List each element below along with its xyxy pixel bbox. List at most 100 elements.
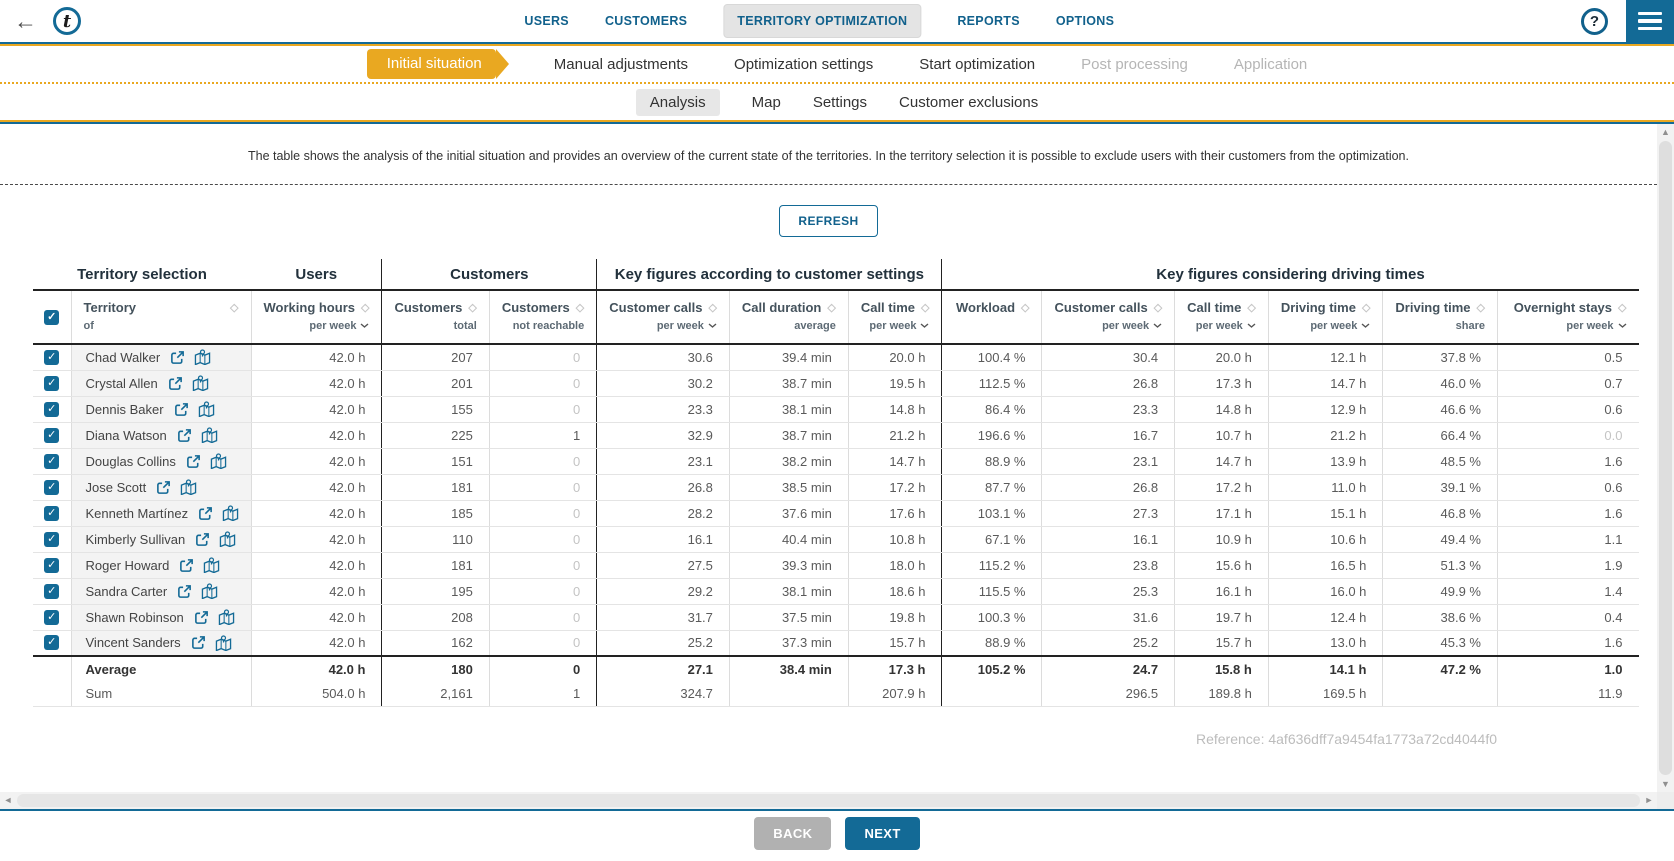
map-icon[interactable]: [194, 349, 211, 365]
sort-icon[interactable]: ◇: [361, 301, 369, 314]
nav-customers[interactable]: CUSTOMERS: [605, 14, 687, 28]
value-cell: 49.4 %: [1383, 526, 1498, 552]
unit-dropdown-icon[interactable]: [1247, 323, 1256, 329]
open-territory-icon[interactable]: [191, 635, 206, 650]
sort-icon[interactable]: ◇: [1154, 301, 1162, 314]
sort-icon[interactable]: ◇: [708, 301, 716, 314]
map-icon[interactable]: [215, 635, 232, 651]
col-header-customer-calls-per-week[interactable]: Customer calls◇per week: [1042, 290, 1175, 344]
row-checkbox[interactable]: ✓: [44, 454, 59, 469]
open-territory-icon[interactable]: [156, 480, 171, 495]
open-territory-icon[interactable]: [177, 584, 192, 599]
col-header-overnight-stays-per-week[interactable]: Overnight stays◇per week: [1498, 290, 1639, 344]
map-icon[interactable]: [219, 531, 236, 547]
unit-dropdown-icon[interactable]: [1153, 323, 1162, 329]
unit-dropdown-icon[interactable]: [1361, 323, 1370, 329]
unit-dropdown-icon[interactable]: [708, 323, 717, 329]
row-checkbox[interactable]: ✓: [44, 558, 59, 573]
row-checkbox[interactable]: ✓: [44, 584, 59, 599]
hamburger-menu-icon[interactable]: [1626, 0, 1674, 42]
col-header-customers-total[interactable]: Customers◇total: [382, 290, 489, 344]
scroll-right-arrow-icon[interactable]: ►: [1641, 792, 1657, 809]
app-logo[interactable]: t: [53, 7, 81, 35]
col-header-customer-calls-per-week[interactable]: Customer calls◇per week: [597, 290, 730, 344]
nav-options[interactable]: OPTIONS: [1056, 14, 1114, 28]
map-icon[interactable]: [218, 609, 235, 625]
open-territory-icon[interactable]: [195, 532, 210, 547]
map-icon[interactable]: [198, 401, 215, 417]
row-checkbox[interactable]: ✓: [44, 350, 59, 365]
tab-settings[interactable]: Settings: [813, 94, 867, 111]
sort-icon[interactable]: ◇: [1477, 301, 1485, 314]
vertical-scrollbar[interactable]: ▲ ▼: [1657, 124, 1674, 792]
row-checkbox[interactable]: ✓: [44, 532, 59, 547]
scroll-left-arrow-icon[interactable]: ◄: [0, 792, 16, 809]
scroll-down-arrow-icon[interactable]: ▼: [1657, 776, 1674, 792]
refresh-button[interactable]: REFRESH: [779, 205, 877, 237]
map-icon[interactable]: [201, 583, 218, 599]
col-header-call-time-per-week[interactable]: Call time◇per week: [848, 290, 942, 344]
wizard-step-initial-situation[interactable]: Initial situation: [367, 49, 496, 79]
tab-map[interactable]: Map: [752, 94, 781, 111]
map-icon[interactable]: [192, 375, 209, 391]
col-header-customers-not-reachable[interactable]: Customers◇not reachable: [489, 290, 596, 344]
col-header-workload[interactable]: Workload◇: [942, 290, 1042, 344]
vertical-scroll-thumb[interactable]: [1659, 141, 1672, 775]
col-header-driving-time-share[interactable]: Driving time◇share: [1383, 290, 1498, 344]
col-header-call-duration-average[interactable]: Call duration◇average: [729, 290, 848, 344]
help-icon[interactable]: ?: [1581, 8, 1608, 35]
open-territory-icon[interactable]: [179, 558, 194, 573]
sort-icon[interactable]: ◇: [1247, 301, 1255, 314]
open-territory-icon[interactable]: [174, 402, 189, 417]
open-territory-icon[interactable]: [168, 376, 183, 391]
sort-icon[interactable]: ◇: [827, 301, 835, 314]
open-territory-icon[interactable]: [170, 350, 185, 365]
row-checkbox[interactable]: ✓: [44, 610, 59, 625]
next-button[interactable]: NEXT: [845, 817, 919, 850]
nav-reports[interactable]: REPORTS: [957, 14, 1020, 28]
open-territory-icon[interactable]: [194, 610, 209, 625]
wizard-step-optimization-settings[interactable]: Optimization settings: [734, 56, 873, 73]
sort-icon[interactable]: ◇: [921, 301, 929, 314]
sort-icon[interactable]: ◇: [576, 301, 584, 314]
map-icon[interactable]: [203, 557, 220, 573]
wizard-step-manual-adjustments[interactable]: Manual adjustments: [554, 56, 688, 73]
row-checkbox[interactable]: ✓: [44, 506, 59, 521]
col-header-driving-time-per-week[interactable]: Driving time◇per week: [1268, 290, 1383, 344]
sort-icon[interactable]: ◇: [230, 301, 238, 314]
row-checkbox[interactable]: ✓: [44, 402, 59, 417]
unit-dropdown-icon[interactable]: [360, 323, 369, 329]
wizard-step-start-optimization[interactable]: Start optimization: [919, 56, 1035, 73]
map-icon[interactable]: [210, 453, 227, 469]
row-checkbox[interactable]: ✓: [44, 480, 59, 495]
row-checkbox[interactable]: ✓: [44, 428, 59, 443]
row-checkbox[interactable]: ✓: [44, 635, 59, 650]
back-button[interactable]: BACK: [754, 817, 831, 850]
scroll-up-arrow-icon[interactable]: ▲: [1657, 124, 1674, 140]
map-icon[interactable]: [180, 479, 197, 495]
col-header-territory-of[interactable]: Territory◇of: [71, 290, 251, 344]
select-all-checkbox[interactable]: ✓: [44, 310, 59, 325]
value-cell: 51.3 %: [1383, 552, 1498, 578]
horizontal-scroll-thumb[interactable]: [17, 794, 1640, 807]
horizontal-scrollbar[interactable]: ◄ ►: [0, 792, 1657, 809]
tab-customer-exclusions[interactable]: Customer exclusions: [899, 94, 1038, 111]
sort-icon[interactable]: ◇: [1362, 301, 1370, 314]
row-checkbox[interactable]: ✓: [44, 376, 59, 391]
unit-dropdown-icon[interactable]: [1618, 323, 1627, 329]
tab-analysis[interactable]: Analysis: [636, 89, 720, 116]
nav-users[interactable]: USERS: [524, 14, 569, 28]
nav-territory-optimization[interactable]: TERRITORY OPTIMIZATION: [723, 4, 921, 38]
col-header-call-time-per-week[interactable]: Call time◇per week: [1175, 290, 1269, 344]
sort-icon[interactable]: ◇: [468, 301, 476, 314]
back-arrow-icon[interactable]: ←: [14, 10, 37, 33]
col-header-working-hours-per-week[interactable]: Working hours◇per week: [251, 290, 382, 344]
map-icon[interactable]: [222, 505, 239, 521]
open-territory-icon[interactable]: [186, 454, 201, 469]
sort-icon[interactable]: ◇: [1618, 301, 1626, 314]
unit-dropdown-icon[interactable]: [920, 323, 929, 329]
open-territory-icon[interactable]: [198, 506, 213, 521]
map-icon[interactable]: [201, 427, 218, 443]
open-territory-icon[interactable]: [177, 428, 192, 443]
sort-icon[interactable]: ◇: [1021, 301, 1029, 314]
